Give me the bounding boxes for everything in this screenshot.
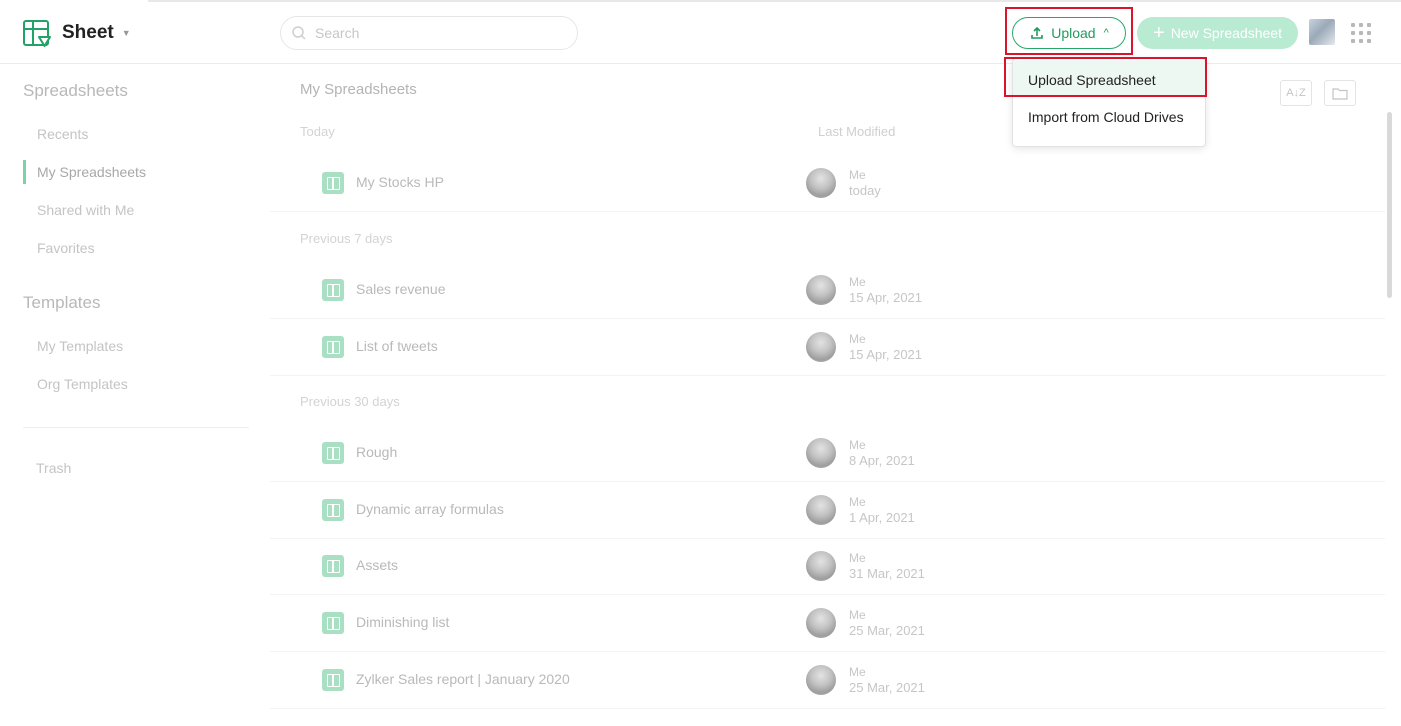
search-input[interactable]: [315, 25, 555, 41]
header-top-line: [148, 0, 1401, 2]
file-name: Sales revenue: [356, 281, 446, 297]
upload-icon: [1031, 26, 1044, 39]
owner-name: Me: [849, 275, 866, 289]
spreadsheet-file-icon: [322, 336, 344, 358]
owner-avatar: [806, 495, 836, 525]
menu-item-import-from-cloud-drives[interactable]: Import from Cloud Drives: [1028, 109, 1184, 125]
table-row[interactable]: Zylker Sales report | January 2020 Me 25…: [270, 653, 1385, 709]
group-today: Today: [300, 124, 335, 139]
owner-name: Me: [849, 551, 866, 565]
sidebar-title-spreadsheets: Spreadsheets: [23, 81, 128, 100]
vertical-scrollbar[interactable]: [1387, 112, 1392, 298]
new-spreadsheet-label: New Spreadsheet: [1170, 25, 1282, 41]
spreadsheet-file-icon: [322, 669, 344, 691]
upload-spreadsheet-highlight-box: [1004, 57, 1207, 97]
modified-date: 25 Mar, 2021: [849, 623, 925, 638]
last-modified-header[interactable]: Last Modified: [818, 124, 895, 139]
owner-name: Me: [849, 168, 866, 182]
chevron-down-icon: ▼: [121, 28, 131, 38]
spreadsheet-file-icon: [322, 612, 344, 634]
owner-avatar: [806, 551, 836, 581]
upload-label: Upload: [1051, 25, 1096, 41]
app-switcher[interactable]: Sheet ▼: [22, 18, 131, 48]
sheet-logo-icon: [23, 20, 51, 47]
sort-az-icon[interactable]: A↓Z: [1280, 80, 1312, 106]
modified-date: today: [849, 183, 881, 198]
owner-avatar: [806, 275, 836, 305]
modified-date: 1 Apr, 2021: [849, 510, 915, 525]
sidebar-item-favorites[interactable]: Favorites: [37, 240, 95, 256]
file-name: Zylker Sales report | January 2020: [356, 671, 570, 687]
modified-date: 15 Apr, 2021: [849, 347, 923, 362]
file-name: Assets: [356, 557, 399, 573]
modified-date: 15 Apr, 2021: [849, 290, 923, 305]
file-name: List of tweets: [356, 338, 438, 354]
owner-name: Me: [849, 495, 866, 509]
sidebar-item-org-templates[interactable]: Org Templates: [37, 376, 128, 392]
owner-avatar: [806, 168, 836, 198]
owner-avatar: [806, 608, 836, 638]
search-icon: [292, 26, 306, 40]
group-previous-30-days: Previous 30 days: [300, 394, 400, 409]
file-name: My Stocks HP: [356, 174, 444, 190]
chevron-up-icon: ^: [1103, 27, 1109, 39]
table-row[interactable]: Assets Me 31 Mar, 2021: [270, 539, 1385, 595]
table-row[interactable]: List of tweets Me 15 Apr, 2021: [270, 320, 1385, 376]
sidebar-divider: [23, 427, 249, 428]
sidebar: Spreadsheets Recents My Spreadsheets Sha…: [0, 64, 268, 726]
file-name: Rough: [356, 444, 398, 460]
table-row[interactable]: Dynamic array formulas Me 1 Apr, 2021: [270, 483, 1385, 539]
spreadsheet-file-icon: [322, 279, 344, 301]
owner-name: Me: [849, 438, 866, 452]
group-previous-7-days: Previous 7 days: [300, 231, 393, 246]
main-content: My Spreadsheets A↓Z Today Last Modified …: [270, 64, 1385, 726]
modified-date: 8 Apr, 2021: [849, 453, 915, 468]
sidebar-item-my-spreadsheets[interactable]: My Spreadsheets: [37, 164, 146, 180]
modified-date: 31 Mar, 2021: [849, 566, 925, 581]
folder-icon[interactable]: [1324, 80, 1356, 106]
search-box[interactable]: [280, 16, 578, 50]
modified-date: 25 Mar, 2021: [849, 680, 925, 695]
plus-icon: +: [1153, 22, 1165, 44]
page-title: My Spreadsheets: [300, 81, 417, 98]
user-avatar[interactable]: [1309, 19, 1335, 45]
owner-avatar: [806, 665, 836, 695]
owner-name: Me: [849, 608, 866, 622]
table-row[interactable]: Sales revenue Me 15 Apr, 2021: [270, 263, 1385, 319]
owner-avatar: [806, 332, 836, 362]
spreadsheet-file-icon: [322, 442, 344, 464]
sidebar-item-my-templates[interactable]: My Templates: [37, 338, 123, 354]
top-header: Sheet ▼ Upload ^ + New Spreadsheet: [0, 0, 1401, 64]
table-row[interactable]: Rough Me 8 Apr, 2021: [270, 426, 1385, 482]
file-name: Diminishing list: [356, 614, 450, 630]
spreadsheet-file-icon: [322, 555, 344, 577]
sidebar-item-trash[interactable]: Trash: [36, 460, 71, 476]
apps-grid-icon[interactable]: [1351, 23, 1371, 43]
spreadsheet-file-icon: [322, 172, 344, 194]
app-name: Sheet: [62, 22, 114, 43]
sidebar-item-shared-with-me[interactable]: Shared with Me: [37, 202, 134, 218]
table-row[interactable]: Diminishing list Me 25 Mar, 2021: [270, 596, 1385, 652]
sidebar-item-recents[interactable]: Recents: [37, 126, 88, 142]
new-spreadsheet-button[interactable]: + New Spreadsheet: [1137, 17, 1298, 49]
spreadsheet-file-icon: [322, 499, 344, 521]
sidebar-title-templates: Templates: [23, 293, 101, 312]
owner-avatar: [806, 438, 836, 468]
upload-button[interactable]: Upload ^: [1012, 17, 1126, 49]
active-indicator: [23, 160, 26, 184]
file-name: Dynamic array formulas: [356, 501, 504, 517]
owner-name: Me: [849, 332, 866, 346]
table-row[interactable]: My Stocks HP Me today: [270, 156, 1385, 212]
owner-name: Me: [849, 665, 866, 679]
